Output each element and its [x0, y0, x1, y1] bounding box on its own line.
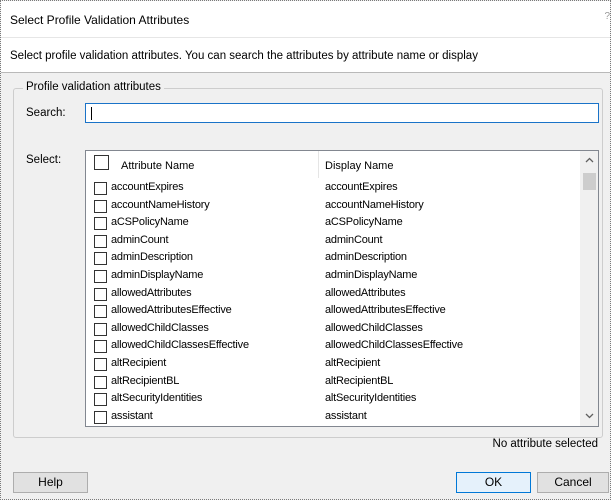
row-checkbox[interactable]	[94, 269, 107, 283]
chevron-up-icon[interactable]	[581, 152, 598, 169]
display-name-cell: altSecurityIdentities	[325, 392, 417, 405]
attribute-name-cell: altRecipientBL	[111, 374, 180, 387]
attribute-name-cell: accountNameHistory	[111, 198, 210, 211]
cancel-button[interactable]: Cancel	[537, 472, 609, 493]
list-item[interactable]: assistant assistant	[86, 408, 580, 426]
dialog-description: Select profile validation attributes. Yo…	[10, 50, 478, 62]
row-checkbox[interactable]	[94, 252, 107, 266]
display-name-cell: allowedAttributes	[325, 286, 406, 299]
row-checkbox[interactable]	[94, 182, 107, 195]
dialog-title: Select Profile Validation Attributes	[10, 13, 190, 27]
row-checkbox[interactable]	[94, 199, 107, 213]
attribute-name-cell: allowedAttributes	[111, 286, 192, 299]
list-item[interactable]: allowedChildClassesEffective allowedChild…	[86, 337, 580, 355]
attribute-name-cell: adminDescription	[111, 251, 193, 264]
select-all-checkbox[interactable]	[94, 155, 109, 170]
row-checkbox[interactable]	[94, 305, 107, 319]
list-item[interactable]: accountExpires accountExpires	[86, 179, 580, 197]
row-checkbox[interactable]	[94, 322, 107, 336]
list-item[interactable]: accountNameHistory accountNameHistory	[86, 197, 580, 215]
list-header: Attribute Name Display Name	[86, 151, 580, 178]
title-bar[interactable]: Select Profile Validation Attributes ?	[1, 1, 610, 38]
list-item[interactable]: adminDisplayName adminDisplayName	[86, 267, 580, 285]
display-name-cell: adminDescription	[325, 251, 407, 264]
display-name-cell: assistant	[325, 409, 367, 422]
select-label: Select:	[26, 154, 62, 166]
display-name-cell: accountNameHistory	[325, 198, 424, 211]
display-name-cell: allowedChildClasses	[325, 321, 423, 334]
help-button[interactable]: Help	[13, 472, 88, 493]
display-name-cell: allowedAttributesEffective	[325, 304, 446, 317]
row-checkbox[interactable]	[94, 410, 107, 424]
text-caret	[91, 107, 92, 120]
row-checkbox[interactable]	[94, 234, 107, 248]
attribute-name-cell: accountExpires	[111, 181, 184, 193]
list-item[interactable]: altRecipientBL altRecipientBL	[86, 373, 580, 391]
search-label: Search:	[26, 107, 66, 119]
attribute-name-cell: adminCount	[111, 233, 169, 246]
list-item[interactable]: allowedAttributesEffective allowedAttribu…	[86, 302, 580, 320]
row-checkbox[interactable]	[94, 287, 107, 301]
list-item[interactable]: altRecipient altRecipient	[86, 355, 580, 373]
row-checkbox[interactable]	[94, 393, 107, 407]
group-label: Profile validation attributes	[23, 81, 164, 93]
display-name-cell: adminCount	[325, 233, 383, 246]
title-edge-glyph: ?	[604, 11, 610, 22]
row-checkbox[interactable]	[94, 357, 107, 371]
display-name-cell: adminDisplayName	[325, 268, 418, 281]
attribute-name-cell: allowedChildClasses	[111, 321, 209, 334]
list-item[interactable]: aCSPolicyName aCSPolicyName	[86, 214, 580, 232]
search-input[interactable]	[85, 103, 599, 123]
attribute-name-cell: adminDisplayName	[111, 268, 204, 281]
display-name-cell: altRecipientBL	[325, 374, 394, 387]
selection-status: No attribute selected	[492, 438, 598, 450]
list-item[interactable]: adminCount adminCount	[86, 232, 580, 250]
attribute-list[interactable]: Attribute Name Display Name accountExpir…	[85, 150, 599, 427]
attribute-name-cell: assistant	[111, 409, 153, 422]
row-checkbox[interactable]	[94, 217, 107, 231]
vertical-scrollbar[interactable]	[580, 151, 598, 426]
column-divider[interactable]	[318, 151, 319, 178]
column-header-display-name[interactable]: Display Name	[325, 160, 393, 172]
description-band: Select profile validation attributes. Yo…	[1, 38, 610, 73]
attribute-name-cell: allowedAttributesEffective	[111, 304, 232, 317]
row-checkbox[interactable]	[94, 375, 107, 389]
display-name-cell: aCSPolicyName	[325, 216, 403, 229]
scrollbar-thumb[interactable]	[583, 173, 596, 190]
display-name-cell: accountExpires	[325, 181, 398, 193]
column-header-attribute-name[interactable]: Attribute Name	[121, 160, 194, 172]
attribute-name-cell: aCSPolicyName	[111, 216, 189, 229]
list-item[interactable]: allowedAttributes allowedAttributes	[86, 285, 580, 303]
ok-button[interactable]: OK	[456, 472, 531, 493]
list-item[interactable]: adminDescription adminDescription	[86, 249, 580, 267]
display-name-cell: altRecipient	[325, 356, 381, 369]
list-item[interactable]: allowedChildClasses allowedChildClasses	[86, 320, 580, 338]
list-item[interactable]: altSecurityIdentities altSecurityIdentiti…	[86, 390, 580, 408]
dialog-window: Select Profile Validation Attributes ? S…	[0, 0, 611, 500]
attribute-name-cell: altRecipient	[111, 356, 167, 369]
attribute-name-cell: allowedChildClassesEffective	[111, 339, 249, 352]
row-checkbox[interactable]	[94, 340, 107, 354]
chevron-down-icon[interactable]	[581, 408, 598, 425]
attribute-name-cell: altSecurityIdentities	[111, 392, 203, 405]
display-name-cell: allowedChildClassesEffective	[325, 339, 463, 352]
attribute-rows: accountExpires accountExpires accountNameH…	[86, 179, 580, 425]
